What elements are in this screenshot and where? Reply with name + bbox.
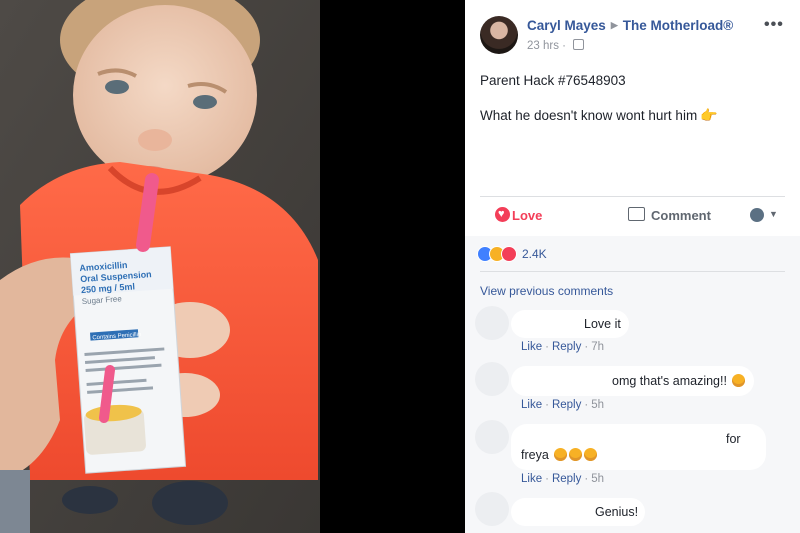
comment-text-part-2: freya bbox=[521, 448, 598, 462]
audience-icon bbox=[573, 39, 585, 50]
comment-text-part-1: for bbox=[726, 432, 741, 446]
photo-illustration: Amoxicillin Oral Suspension 250 mg / 5ml… bbox=[0, 0, 465, 533]
comment-like-link[interactable]: Like bbox=[521, 473, 542, 485]
comment-label: Comment bbox=[651, 208, 711, 223]
commenter-avatar[interactable] bbox=[475, 420, 509, 454]
comment-icon bbox=[628, 207, 645, 221]
post-photo[interactable]: Amoxicillin Oral Suspension 250 mg / 5ml… bbox=[0, 0, 465, 533]
arrow-right-icon: ▶ bbox=[610, 20, 618, 30]
comment-reply-link[interactable]: Reply bbox=[552, 399, 581, 411]
post-meta: 23 hrs · bbox=[527, 39, 585, 52]
more-options-button[interactable]: ••• bbox=[764, 16, 784, 34]
comment-bubble: omg that's amazing!! bbox=[511, 366, 754, 396]
comment-time[interactable]: 7h bbox=[591, 341, 604, 353]
rofl-emoji-icon bbox=[554, 448, 568, 461]
commenter-avatar[interactable] bbox=[475, 362, 509, 396]
divider bbox=[480, 196, 785, 197]
view-previous-comments-link[interactable]: View previous comments bbox=[480, 284, 613, 298]
comment-button[interactable]: Comment bbox=[628, 207, 711, 223]
comment-actions: Like · Reply · 7h bbox=[521, 341, 604, 353]
post-text-line-2: What he doesn't know wont hurt him 👉 bbox=[480, 107, 718, 124]
author-name[interactable]: Caryl Mayes bbox=[527, 18, 606, 33]
love-label: Love bbox=[512, 208, 543, 223]
comment-reply-link[interactable]: Reply bbox=[552, 341, 581, 353]
rofl-emoji-icon bbox=[584, 448, 598, 461]
author-avatar[interactable] bbox=[480, 16, 518, 54]
commenter-avatar[interactable] bbox=[475, 306, 509, 340]
comment-time[interactable]: 5h bbox=[591, 399, 604, 411]
comment-actions: Like · Reply · 5h bbox=[521, 399, 604, 411]
love-icon bbox=[495, 207, 510, 222]
group-name[interactable]: The Motherload® bbox=[623, 18, 733, 33]
love-reaction-icon bbox=[501, 246, 517, 262]
comment-bubble: for freya bbox=[511, 424, 766, 470]
comment-bubble: Genius! bbox=[511, 498, 645, 526]
comment-text: Love it bbox=[584, 317, 621, 331]
post-text-line-1: Parent Hack #76548903 bbox=[480, 73, 626, 88]
comment-text: omg that's amazing!! bbox=[612, 374, 746, 388]
comments-section bbox=[465, 271, 800, 533]
rofl-emoji-icon bbox=[569, 448, 583, 461]
comment-text: Genius! bbox=[595, 505, 639, 519]
comment-time[interactable]: 5h bbox=[591, 473, 604, 485]
comment-like-link[interactable]: Like bbox=[521, 399, 542, 411]
reaction-count[interactable]: 2.4K bbox=[522, 247, 547, 261]
comment-reply-link[interactable]: Reply bbox=[552, 473, 581, 485]
comment-bubble: Love it bbox=[511, 310, 629, 338]
divider bbox=[480, 271, 785, 272]
viewer-avatar-icon[interactable] bbox=[750, 208, 764, 222]
chevron-down-icon[interactable]: ▼ bbox=[769, 209, 778, 219]
laughing-emoji-icon bbox=[732, 374, 746, 387]
love-button[interactable]: Love bbox=[495, 207, 543, 223]
author-line: Caryl Mayes ▶ The Motherload® bbox=[527, 18, 733, 33]
comment-actions: Like · Reply · 5h bbox=[521, 473, 604, 485]
comment-like-link[interactable]: Like bbox=[521, 341, 542, 353]
post-time[interactable]: 23 hrs bbox=[527, 40, 559, 52]
post-panel: Caryl Mayes ▶ The Motherload® 23 hrs · •••… bbox=[465, 0, 800, 533]
post-text-line-2-text: What he doesn't know wont hurt him bbox=[480, 108, 698, 123]
commenter-avatar[interactable] bbox=[475, 492, 509, 526]
pointing-hand-icon: 👉 bbox=[700, 107, 718, 123]
